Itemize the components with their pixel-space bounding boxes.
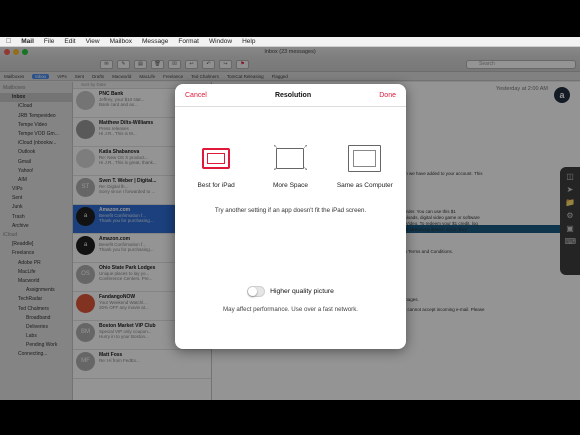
quality-toggle[interactable]	[247, 286, 266, 297]
option-label: Best for iPad	[197, 182, 235, 189]
done-button[interactable]: Done	[379, 92, 396, 99]
menu-view[interactable]: View	[86, 38, 100, 45]
ipad-screen-icon	[202, 147, 231, 169]
resolution-options: Best for iPad ↖ ↗ ↙ ↘ More Space Same as…	[175, 142, 406, 189]
expand-screen-icon: ↖ ↗ ↙ ↘	[273, 143, 308, 172]
quality-setting: Higher quality picture	[175, 286, 406, 297]
quality-subtitle: May affect performance. Use over a fast …	[222, 306, 359, 313]
option-label: More Space	[272, 182, 308, 189]
menu-help[interactable]: Help	[242, 38, 255, 45]
menu-message[interactable]: Message	[142, 38, 168, 45]
option-best-for-ipad[interactable]: Best for iPad	[181, 142, 251, 189]
option-same-as-computer[interactable]: Same as Computer	[330, 142, 400, 189]
cancel-button[interactable]: Cancel	[185, 92, 207, 99]
menu-mail[interactable]: Mail	[21, 38, 34, 45]
quality-label: Higher quality picture	[270, 288, 334, 295]
option-more-space[interactable]: ↖ ↗ ↙ ↘ More Space	[255, 142, 325, 189]
menu-format[interactable]: Format	[178, 38, 199, 45]
dialog-title: Resolution	[274, 91, 312, 99]
dialog-header: Cancel Resolution Done	[175, 84, 406, 107]
option-label: Same as Computer	[336, 182, 393, 189]
menu-mailbox[interactable]: Mailbox	[110, 38, 132, 45]
menu-file[interactable]: File	[44, 38, 54, 45]
apple-menu-icon[interactable]: 	[6, 38, 11, 45]
menu-bar:  Mail File Edit View Mailbox Message Fo…	[0, 37, 580, 47]
resolution-hint: Try another setting if an app doesn't fi…	[214, 207, 367, 214]
menu-window[interactable]: Window	[209, 38, 232, 45]
resolution-dialog: Cancel Resolution Done Best for iPad ↖ ↗…	[175, 84, 406, 349]
screen:  Mail File Edit View Mailbox Message Fo…	[0, 0, 580, 435]
toggle-knob	[248, 287, 258, 296]
menu-edit[interactable]: Edit	[64, 38, 75, 45]
computer-screen-icon	[348, 144, 382, 172]
